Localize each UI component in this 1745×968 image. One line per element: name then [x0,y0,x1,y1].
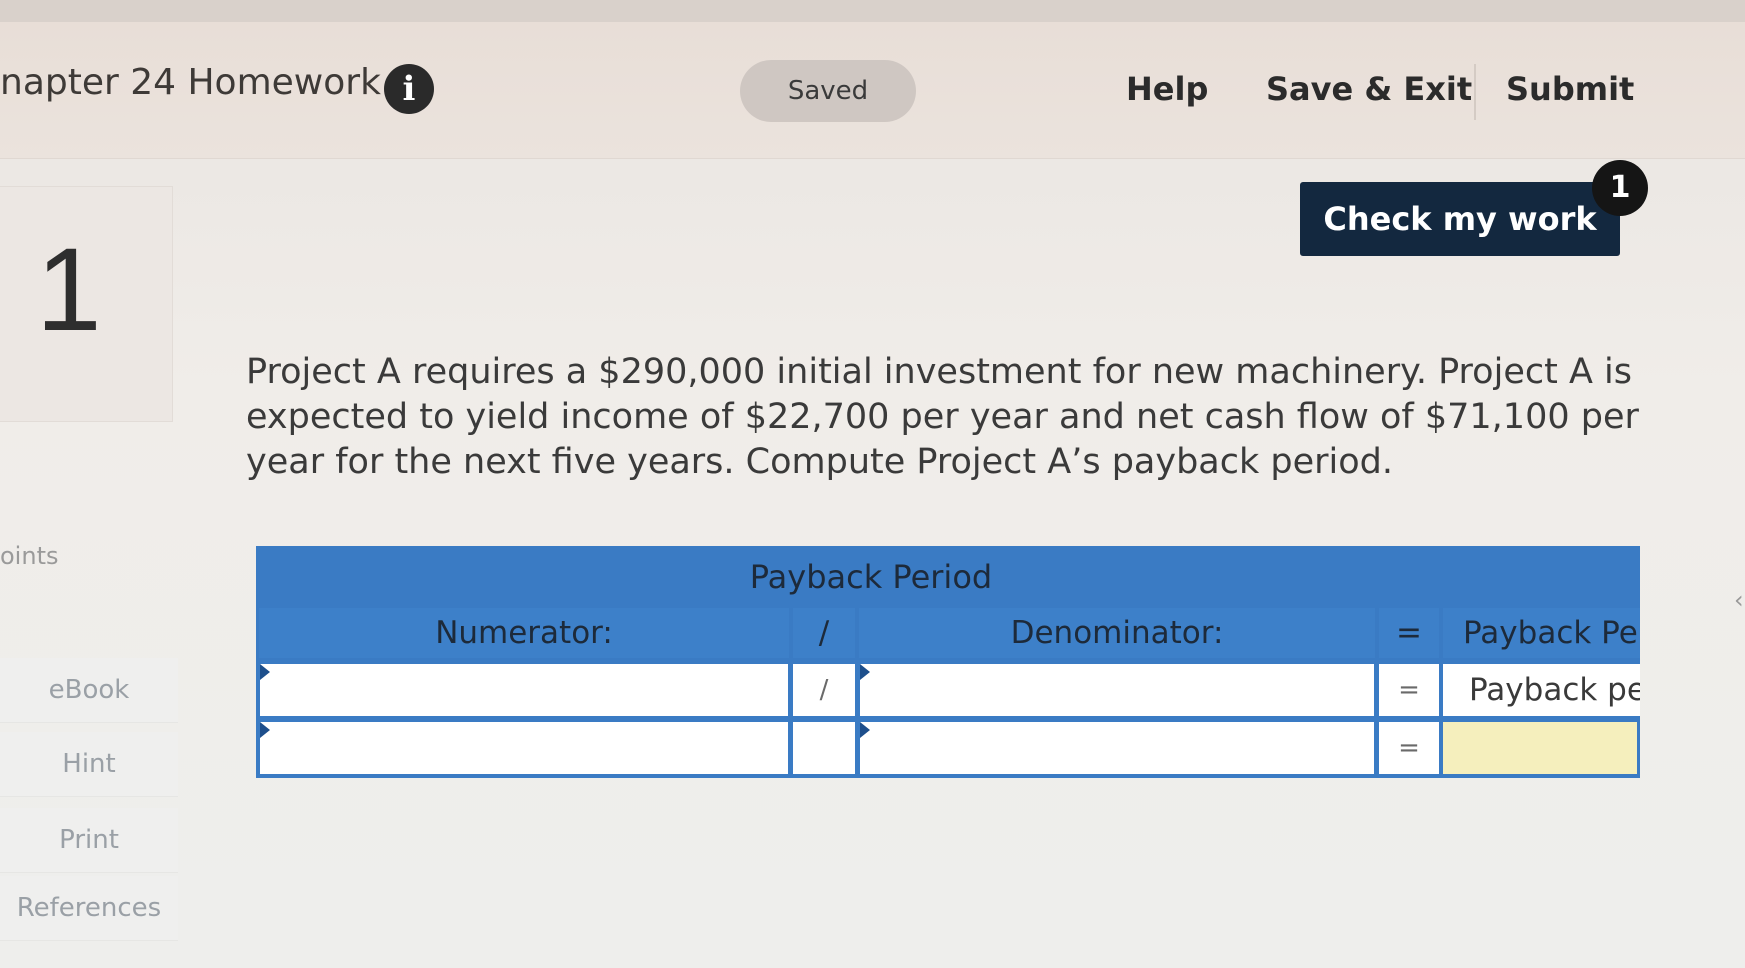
saved-status-pill: Saved [740,60,916,122]
sidebar-item-print[interactable]: Print [0,808,178,873]
dropdown-marker [260,722,270,738]
header-payback-period: Payback Pe [1443,608,1640,658]
denominator-input-row1[interactable] [860,664,1374,716]
dropdown-marker [860,722,870,738]
dropdown-marker [260,664,270,680]
question-text: Project A requires a $290,000 initial in… [246,352,1639,482]
divide-sign-row1: / [793,664,855,716]
check-work-count-badge: 1 [1592,160,1648,216]
header-numerator: Numerator: [259,608,789,658]
points-label: oints [0,542,59,570]
dropdown-marker [860,664,870,680]
payback-answer-cell[interactable] [1443,722,1640,774]
browser-top-strip [0,0,1745,23]
payback-result-label-row1: Payback pe [1443,664,1640,716]
sidebar-item-hint[interactable]: Hint [0,732,178,797]
equals-sign-row1: = [1379,664,1439,716]
info-icon[interactable]: i [384,64,434,114]
question-number: 1 [36,224,102,356]
numerator-input-row2[interactable] [260,722,788,774]
assignment-title: napter 24 Homework [0,62,381,103]
header-divide: / [793,608,855,658]
table-title: Payback Period [749,558,993,596]
payback-period-table: Payback Period Numerator: / Denominator:… [256,546,1640,778]
sidebar-item-ebook[interactable]: eBook [0,658,178,723]
header-equals: = [1379,608,1439,658]
denominator-input-row2[interactable] [860,722,1374,774]
divide-sign-row2 [793,722,855,774]
header-denominator: Denominator: [859,608,1375,658]
equals-sign-row2: = [1379,722,1439,774]
save-exit-link[interactable]: Save & Exit [1266,70,1472,108]
nav-divider [1474,64,1476,120]
chevron-left-icon[interactable]: ‹ [1734,586,1744,614]
check-my-work-button[interactable]: Check my work [1300,182,1620,256]
submit-link[interactable]: Submit [1506,70,1634,108]
numerator-input-row1[interactable] [260,664,788,716]
sidebar-item-references[interactable]: References [0,876,178,941]
help-link[interactable]: Help [1126,70,1208,108]
